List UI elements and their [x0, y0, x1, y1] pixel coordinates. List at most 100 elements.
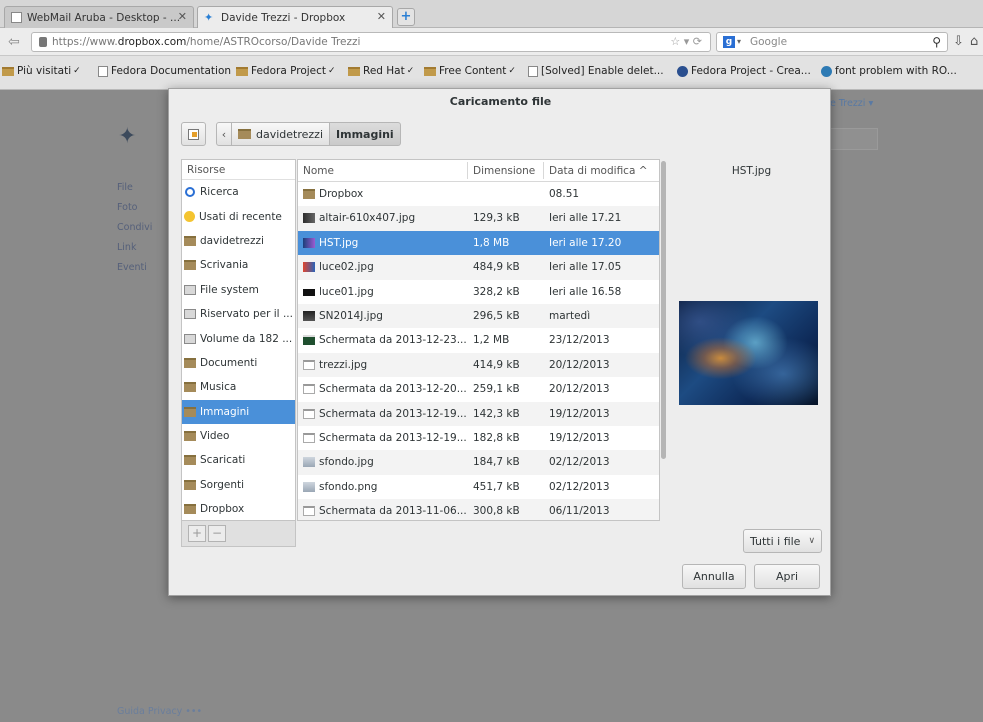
- tab-webmail[interactable]: WebMail Aruba - Desktop - ... ✕: [4, 6, 194, 28]
- file-modified: 02/12/2013: [549, 480, 610, 493]
- place-scrivania[interactable]: Scrivania: [182, 253, 295, 277]
- bookmarks-toolbar: Più visitati ✓ Fedora Documentation Fedor…: [0, 56, 983, 90]
- lock-icon: [39, 37, 47, 47]
- preview-image: [679, 301, 818, 405]
- file-name: luce02.jpg: [319, 261, 374, 274]
- column-size[interactable]: Dimensione: [473, 165, 535, 177]
- place-musica[interactable]: Musica: [182, 375, 295, 399]
- close-tab-icon[interactable]: ✕: [178, 10, 187, 23]
- folder-icon: [184, 431, 196, 442]
- file-row[interactable]: trezzi.jpg 414,9 kB 20/12/2013: [298, 352, 659, 378]
- file-row[interactable]: Schermata da 2013-11-06... 300,8 kB 06/11/…: [298, 499, 659, 520]
- folder-icon: [236, 66, 248, 76]
- search-icon[interactable]: ⚲: [932, 35, 941, 49]
- breadcrumb-immagini[interactable]: Immagini: [329, 122, 401, 146]
- folder-icon: [238, 129, 251, 139]
- folder-icon: [184, 357, 196, 368]
- file-row[interactable]: Schermata da 2013-12-20... 259,1 kB 20/12/…: [298, 377, 659, 401]
- file-row[interactable]: Schermata da 2013-12-23... 1,2 MB 23/12/20…: [298, 328, 659, 352]
- type-location-button[interactable]: [181, 122, 206, 146]
- file-size: 484,9 kB: [473, 261, 520, 274]
- file-row[interactable]: Schermata da 2013-12-19... 182,8 kB 19/12/…: [298, 426, 659, 450]
- place-recenti[interactable]: Usati di recente: [182, 204, 295, 228]
- place-file-system[interactable]: File system: [182, 278, 295, 302]
- file-row[interactable]: sfondo.jpg 184,7 kB 02/12/2013: [298, 450, 659, 475]
- file-size: 184,7 kB: [473, 456, 520, 469]
- file-size: 414,9 kB: [473, 358, 520, 371]
- column-modified[interactable]: Data di modifica ^: [549, 165, 648, 177]
- new-tab-button[interactable]: +: [397, 8, 415, 26]
- file-row[interactable]: altair-610x407.jpg 129,3 kB Ieri alle 17.2…: [298, 206, 659, 231]
- add-place-button[interactable]: +: [188, 525, 206, 542]
- search-bar[interactable]: g ▾ Google ⚲: [716, 32, 948, 52]
- file-name: Schermata da 2013-12-20...: [319, 383, 467, 396]
- recent-icon: [184, 211, 195, 223]
- back-arrow-icon[interactable]: ⇦: [8, 33, 26, 51]
- url-text[interactable]: https://www.dropbox.com/home/ASTROcorso/…: [52, 36, 360, 48]
- file-list-scrollbar[interactable]: [661, 159, 667, 521]
- bookmark-fedora-create[interactable]: Fedora Project - Crea...: [677, 65, 811, 77]
- navigation-bar: ⇦ https://www.dropbox.com/home/ASTROcors…: [0, 28, 983, 56]
- edit-icon: [188, 128, 199, 140]
- tab-strip: WebMail Aruba - Desktop - ... ✕ ✦ Davide…: [0, 0, 983, 28]
- bookmark-fedora-project[interactable]: Fedora Project ✓: [236, 65, 336, 77]
- place-sorgenti[interactable]: Sorgenti: [182, 473, 295, 497]
- bookmark-piu-visitati[interactable]: Più visitati ✓: [2, 65, 81, 77]
- bookmark-red-hat[interactable]: Red Hat ✓: [348, 65, 414, 77]
- place-scaricati[interactable]: Scaricati: [182, 448, 295, 472]
- image-file-icon: [303, 457, 315, 468]
- breadcrumb: ‹ davidetrezzi Immagini: [216, 122, 401, 146]
- file-row[interactable]: HST.jpg 1,8 MB Ieri alle 17.20: [298, 230, 659, 256]
- bookmark-font-problem[interactable]: font problem with RO...: [821, 65, 957, 77]
- google-icon[interactable]: g: [723, 36, 735, 48]
- bookmark-solved-enable[interactable]: [Solved] Enable delet...: [528, 65, 664, 77]
- place-davidetrezzi[interactable]: davidetrezzi: [182, 229, 295, 253]
- file-type-filter[interactable]: Tutti i file ∨: [743, 529, 822, 553]
- sidebar-item-file: File: [117, 182, 133, 193]
- url-bar[interactable]: https://www.dropbox.com/home/ASTROcorso/…: [31, 32, 711, 52]
- place-video[interactable]: Video: [182, 424, 295, 448]
- chevron-left-icon[interactable]: ‹: [216, 122, 232, 146]
- place-dropbox[interactable]: Dropbox: [182, 497, 295, 520]
- file-row[interactable]: Schermata da 2013-12-19... 142,3 kB 19/12/…: [298, 401, 659, 426]
- file-row[interactable]: luce01.jpg 328,2 kB Ieri alle 16.58: [298, 280, 659, 304]
- place-volume[interactable]: Volume da 182 ...: [182, 326, 295, 350]
- close-tab-icon[interactable]: ✕: [377, 10, 386, 23]
- folder-icon: [2, 66, 14, 76]
- file-name: trezzi.jpg: [319, 358, 368, 371]
- chevron-down-icon[interactable]: ▾: [737, 37, 741, 46]
- file-size: 129,3 kB: [473, 212, 520, 225]
- image-file-icon: [303, 237, 315, 248]
- tab-title: Davide Trezzi - Dropbox: [221, 11, 346, 24]
- cancel-button[interactable]: Annulla: [682, 564, 746, 589]
- file-row[interactable]: Dropbox 08.51: [298, 182, 659, 206]
- file-modified: Ieri alle 17.21: [549, 212, 622, 225]
- file-name: Schermata da 2013-12-19...: [319, 407, 467, 420]
- file-name: Schermata da 2013-12-23...: [319, 334, 467, 347]
- dropbox-logo-icon: ✦: [118, 124, 137, 149]
- image-file-icon: [303, 432, 315, 443]
- bookmark-free-content[interactable]: Free Content ✓: [424, 65, 516, 77]
- tab-dropbox[interactable]: ✦ Davide Trezzi - Dropbox ✕: [197, 6, 393, 28]
- place-documenti[interactable]: Documenti: [182, 351, 295, 375]
- scrollbar-thumb[interactable]: [661, 161, 666, 459]
- wordpress-icon: [821, 65, 832, 77]
- column-name[interactable]: Nome: [303, 165, 334, 177]
- home-icon[interactable]: ⌂: [970, 34, 978, 49]
- preview-filename: HST.jpg: [731, 165, 772, 177]
- file-size: 451,7 kB: [473, 480, 520, 493]
- place-ricerca[interactable]: Ricerca: [182, 180, 295, 204]
- place-riservato[interactable]: Riservato per il ...: [182, 302, 295, 326]
- places-sidebar: Risorse Ricerca Usati di recente davidet…: [181, 159, 296, 521]
- download-icon[interactable]: ⇩: [953, 34, 964, 49]
- place-immagini[interactable]: Immagini: [182, 399, 295, 424]
- open-button[interactable]: Apri: [754, 564, 820, 589]
- remove-place-button[interactable]: −: [208, 525, 226, 542]
- file-row[interactable]: sfondo.png 451,7 kB 02/12/2013: [298, 475, 659, 499]
- bookmark-fedora-documentation[interactable]: Fedora Documentation: [98, 65, 231, 77]
- file-row[interactable]: SN2014J.jpg 296,5 kB martedì: [298, 303, 659, 329]
- breadcrumb-davidetrezzi[interactable]: davidetrezzi: [231, 122, 331, 146]
- bookmark-star-icon[interactable]: ☆ ▾ ⟳: [670, 35, 702, 48]
- file-row[interactable]: luce02.jpg 484,9 kB Ieri alle 17.05: [298, 255, 659, 280]
- image-file-icon: [303, 310, 315, 321]
